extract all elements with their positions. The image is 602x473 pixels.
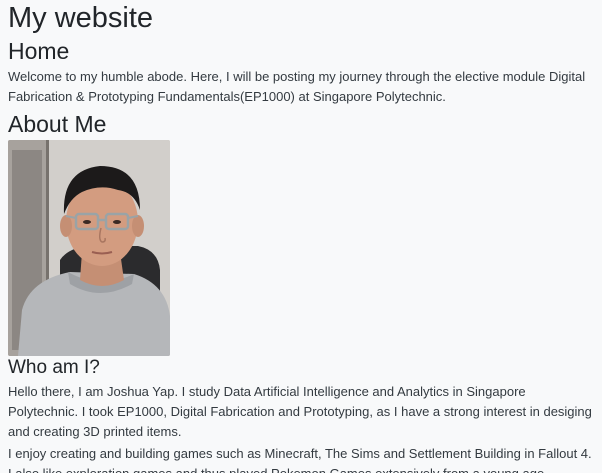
about-heading: About Me	[8, 111, 107, 137]
profile-photo	[8, 140, 170, 356]
profile-photo-image	[8, 140, 170, 356]
home-heading: Home	[8, 38, 70, 64]
home-paragraph: Welcome to my humble abode. Here, I will…	[8, 69, 586, 104]
who-paragraph-2: I enjoy creating and building games such…	[8, 446, 592, 473]
page: My website Home Welcome to my humble abo…	[0, 0, 602, 473]
who-am-i-heading: Who am I?	[8, 357, 100, 378]
who-paragraph-1: Hello there, I am Joshua Yap. I study Da…	[8, 384, 592, 439]
site-title: My website	[8, 2, 154, 34]
